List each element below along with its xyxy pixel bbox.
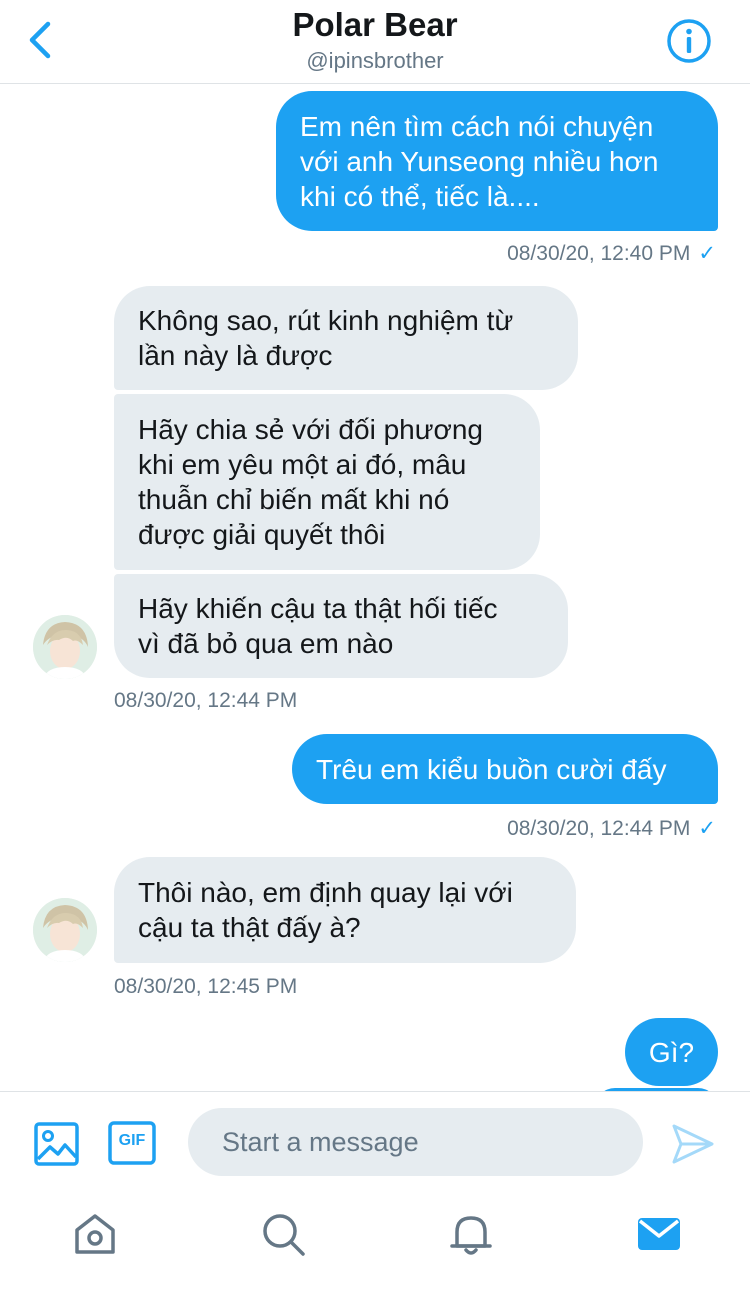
message-input[interactable] bbox=[188, 1108, 643, 1176]
media-button[interactable] bbox=[34, 1121, 80, 1167]
message-line: Thôi nào, em định quay lại với bbox=[138, 877, 513, 908]
message-timestamp: 08/30/20, 12:44 PM bbox=[114, 689, 298, 712]
send-button[interactable] bbox=[670, 1122, 716, 1166]
info-button[interactable] bbox=[666, 18, 712, 64]
message-timestamp: 08/30/20, 12:45 PM bbox=[114, 975, 298, 998]
message-line: vì đã bỏ qua em nào bbox=[138, 628, 394, 659]
message-timestamp: 08/30/20, 12:44 PM ✓ bbox=[400, 816, 716, 841]
messages-icon bbox=[638, 1218, 680, 1250]
outgoing-message[interactable]: Gì? bbox=[625, 1018, 718, 1086]
message-line: khi em yêu một ai đó, mâu bbox=[138, 449, 467, 480]
tab-notifications[interactable] bbox=[447, 1210, 495, 1258]
tab-search[interactable] bbox=[259, 1210, 307, 1258]
notifications-icon bbox=[450, 1216, 492, 1255]
incoming-message[interactable]: Thôi nào, em định quay lại với cậu ta th… bbox=[114, 857, 576, 963]
incoming-message[interactable]: Hãy chia sẻ với đối phương khi em yêu mộ… bbox=[114, 394, 540, 570]
avatar[interactable] bbox=[33, 898, 97, 962]
outgoing-message[interactable]: Em nên tìm cách nói chuyện với anh Yunse… bbox=[276, 91, 718, 231]
timestamp-text: 08/30/20, 12:40 PM bbox=[507, 242, 691, 265]
message-line: Hãy chia sẻ với đối phương bbox=[138, 414, 483, 445]
tab-messages[interactable] bbox=[635, 1210, 683, 1258]
read-check-icon: ✓ bbox=[698, 817, 716, 840]
image-icon bbox=[34, 1122, 79, 1166]
gif-button[interactable]: GIF bbox=[108, 1120, 156, 1166]
send-icon bbox=[672, 1124, 714, 1164]
tab-bar bbox=[0, 1196, 750, 1290]
message-line: Hãy khiến cậu ta thật hối tiếc bbox=[138, 593, 498, 624]
message-line: Trêu em kiểu buồn cười đấy bbox=[316, 753, 667, 785]
message-line: thuẫn chỉ biến mất khi nó bbox=[138, 484, 450, 515]
search-icon bbox=[263, 1214, 305, 1256]
outgoing-message[interactable]: Trêu em kiểu buồn cười đấy bbox=[292, 734, 718, 804]
message-line: cậu ta thật đấy à? bbox=[138, 912, 361, 943]
message-list[interactable]: Em nên tìm cách nói chuyện với anh Yunse… bbox=[0, 85, 750, 1091]
message-line: Gì? bbox=[648, 1036, 695, 1068]
read-check-icon: ✓ bbox=[698, 242, 716, 265]
tab-home[interactable] bbox=[71, 1210, 119, 1258]
gif-label: GIF bbox=[118, 1132, 146, 1149]
avatar-photo bbox=[33, 898, 97, 962]
message-line: khi có thể, tiếc là.... bbox=[300, 180, 540, 212]
message-line: Em nên tìm cách nói chuyện bbox=[300, 110, 654, 142]
avatar[interactable] bbox=[33, 615, 97, 679]
message-line: Không sao, rút kinh nghiệm từ bbox=[138, 305, 514, 336]
incoming-message[interactable]: Không sao, rút kinh nghiệm từ lần này là… bbox=[114, 286, 578, 390]
info-icon bbox=[667, 19, 711, 63]
conversation-header: Polar Bear @ipinsbrother bbox=[0, 0, 750, 84]
message-line: lần này là được bbox=[138, 340, 333, 371]
timestamp-text: 08/30/20, 12:44 PM bbox=[507, 817, 691, 840]
message-timestamp: 08/30/20, 12:40 PM ✓ bbox=[400, 241, 716, 266]
user-handle: @ipinsbrother bbox=[306, 48, 444, 73]
message-line: được giải quyết thôi bbox=[138, 519, 386, 550]
incoming-message[interactable]: Hãy khiến cậu ta thật hối tiếc vì đã bỏ … bbox=[114, 574, 568, 678]
page-title: Polar Bear bbox=[292, 6, 458, 43]
message-composer: GIF bbox=[0, 1091, 750, 1196]
home-icon bbox=[75, 1214, 115, 1254]
avatar-photo bbox=[33, 615, 97, 679]
message-line: với anh Yunseong nhiều hơn bbox=[300, 145, 659, 177]
